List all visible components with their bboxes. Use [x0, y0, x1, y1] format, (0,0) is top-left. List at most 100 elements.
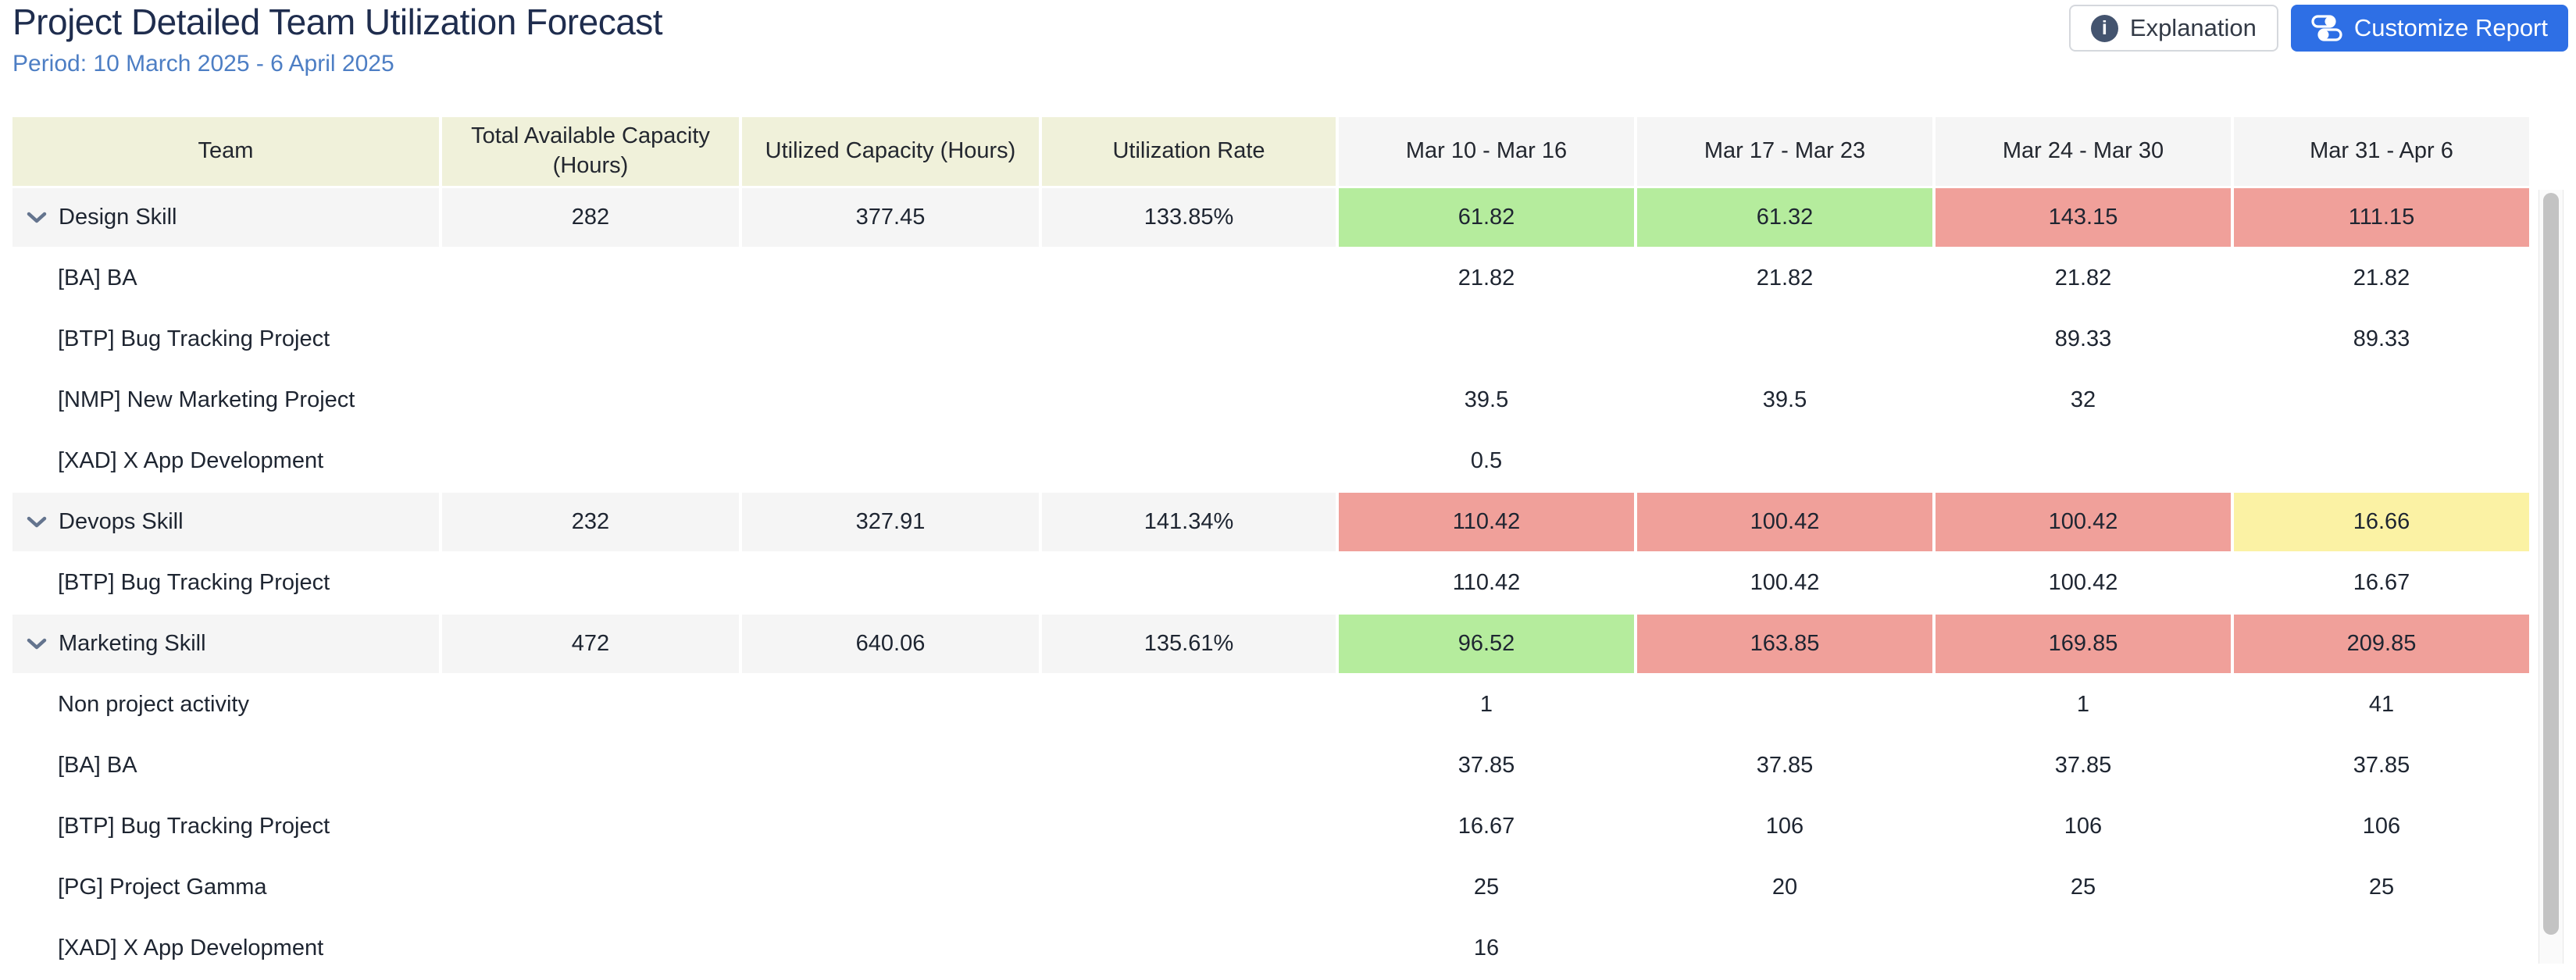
rate-cell	[1042, 675, 1336, 734]
rate-cell	[1042, 432, 1336, 490]
week-cell-0: 25	[1339, 858, 1634, 917]
week-cell-3: 106	[2234, 797, 2529, 856]
capacity-cell: 282	[442, 188, 739, 247]
rate-cell: 141.34%	[1042, 493, 1336, 551]
project-cell: [BA] BA	[12, 249, 439, 308]
week-cell-3	[2234, 371, 2529, 429]
week-cell-3: 111.15	[2234, 188, 2529, 247]
week-cell-1: 100.42	[1637, 493, 1932, 551]
week-cell-0: 39.5	[1339, 371, 1634, 429]
week-cell-0: 110.42	[1339, 554, 1634, 612]
rate-cell	[1042, 858, 1336, 917]
week-cell-1: 61.32	[1637, 188, 1932, 247]
week-cell-0	[1339, 310, 1634, 369]
capacity-cell	[442, 797, 739, 856]
week-cell-1: 39.5	[1637, 371, 1932, 429]
week-cell-0: 96.52	[1339, 615, 1634, 673]
week-cell-0: 1	[1339, 675, 1634, 734]
week-cell-3: 21.82	[2234, 249, 2529, 308]
week-cell-2: 106	[1936, 797, 2231, 856]
chevron-down-icon[interactable]	[26, 211, 48, 225]
rate-cell	[1042, 310, 1336, 369]
project-name-label: [BA] BA	[58, 753, 137, 779]
capacity-cell	[442, 736, 739, 795]
week-cell-3: 25	[2234, 858, 2529, 917]
project-cell: [BTP] Bug Tracking Project	[12, 797, 439, 856]
project-cell: [BTP] Bug Tracking Project	[12, 310, 439, 369]
utilized-cell: 377.45	[742, 188, 1039, 247]
week-cell-2: 100.42	[1936, 554, 2231, 612]
team-row: Marketing Skill472640.06135.61%96.52163.…	[12, 615, 2529, 673]
week-cell-3: 16.67	[2234, 554, 2529, 612]
scrollbar-thumb[interactable]	[2543, 193, 2559, 935]
utilized-cell	[742, 919, 1039, 978]
project-cell: [PG] Project Gamma	[12, 858, 439, 917]
week-cell-0: 21.82	[1339, 249, 1634, 308]
rate-cell	[1042, 797, 1336, 856]
week-cell-1: 106	[1637, 797, 1932, 856]
team-cell: Marketing Skill	[12, 615, 439, 673]
week-cell-2: 21.82	[1936, 249, 2231, 308]
customize-report-button[interactable]: Customize Report	[2291, 5, 2568, 52]
week-cell-3: 41	[2234, 675, 2529, 734]
chevron-down-icon[interactable]	[26, 515, 48, 529]
week-cell-2: 25	[1936, 858, 2231, 917]
week-cell-2: 169.85	[1936, 615, 2231, 673]
rate-cell	[1042, 371, 1336, 429]
project-row: [BTP] Bug Tracking Project16.67106106106	[12, 797, 2529, 856]
capacity-cell	[442, 310, 739, 369]
team-cell: Devops Skill	[12, 493, 439, 551]
column-header-team: Team	[12, 117, 439, 186]
week-cell-0: 16	[1339, 919, 1634, 978]
project-name-label: [XAD] X App Development	[58, 448, 323, 474]
utilized-cell	[742, 432, 1039, 490]
week-cell-3: 16.66	[2234, 493, 2529, 551]
project-cell: Non project activity	[12, 675, 439, 734]
rate-cell	[1042, 736, 1336, 795]
team-name-label: Devops Skill	[59, 509, 184, 535]
week-cell-0: 110.42	[1339, 493, 1634, 551]
utilized-cell	[742, 736, 1039, 795]
chevron-down-icon[interactable]	[26, 637, 48, 651]
utilized-cell: 640.06	[742, 615, 1039, 673]
customize-report-button-label: Customize Report	[2354, 14, 2548, 42]
project-row: [BA] BA21.8221.8221.8221.82	[12, 249, 2529, 308]
capacity-cell	[442, 249, 739, 308]
project-name-label: Non project activity	[58, 692, 249, 718]
explanation-button[interactable]: i Explanation	[2069, 5, 2278, 52]
capacity-cell	[442, 675, 739, 734]
utilization-table: TeamTotal Available Capacity (Hours)Util…	[9, 115, 2532, 980]
project-cell: [XAD] X App Development	[12, 432, 439, 490]
period-label: Period: 10 March 2025 - 6 April 2025	[12, 51, 662, 77]
rate-cell	[1042, 554, 1336, 612]
week-cell-2	[1936, 432, 2231, 490]
table-body: Design Skill282377.45133.85%61.8261.3214…	[12, 188, 2529, 978]
project-name-label: [BA] BA	[58, 265, 137, 291]
project-name-label: [BTP] Bug Tracking Project	[58, 814, 330, 839]
week-cell-2	[1936, 919, 2231, 978]
project-row: Non project activity1141	[12, 675, 2529, 734]
week-cell-0: 0.5	[1339, 432, 1634, 490]
team-name-label: Marketing Skill	[59, 631, 206, 657]
utilized-cell	[742, 554, 1039, 612]
week-cell-3	[2234, 432, 2529, 490]
project-cell: [XAD] X App Development	[12, 919, 439, 978]
week-cell-1: 21.82	[1637, 249, 1932, 308]
rate-cell: 135.61%	[1042, 615, 1336, 673]
week-cell-1	[1637, 919, 1932, 978]
info-icon: i	[2091, 15, 2118, 42]
column-header-mar-31-apr-6: Mar 31 - Apr 6	[2234, 117, 2529, 186]
capacity-cell	[442, 919, 739, 978]
week-cell-3	[2234, 919, 2529, 978]
utilized-cell	[742, 675, 1039, 734]
week-cell-1	[1637, 675, 1932, 734]
utilized-cell: 327.91	[742, 493, 1039, 551]
column-header-mar-10-mar-16: Mar 10 - Mar 16	[1339, 117, 1634, 186]
week-cell-1: 37.85	[1637, 736, 1932, 795]
vertical-scrollbar[interactable]	[2539, 190, 2564, 964]
sliders-icon	[2311, 15, 2342, 41]
utilized-cell	[742, 858, 1039, 917]
column-header-mar-17-mar-23: Mar 17 - Mar 23	[1637, 117, 1932, 186]
team-cell: Design Skill	[12, 188, 439, 247]
capacity-cell	[442, 432, 739, 490]
